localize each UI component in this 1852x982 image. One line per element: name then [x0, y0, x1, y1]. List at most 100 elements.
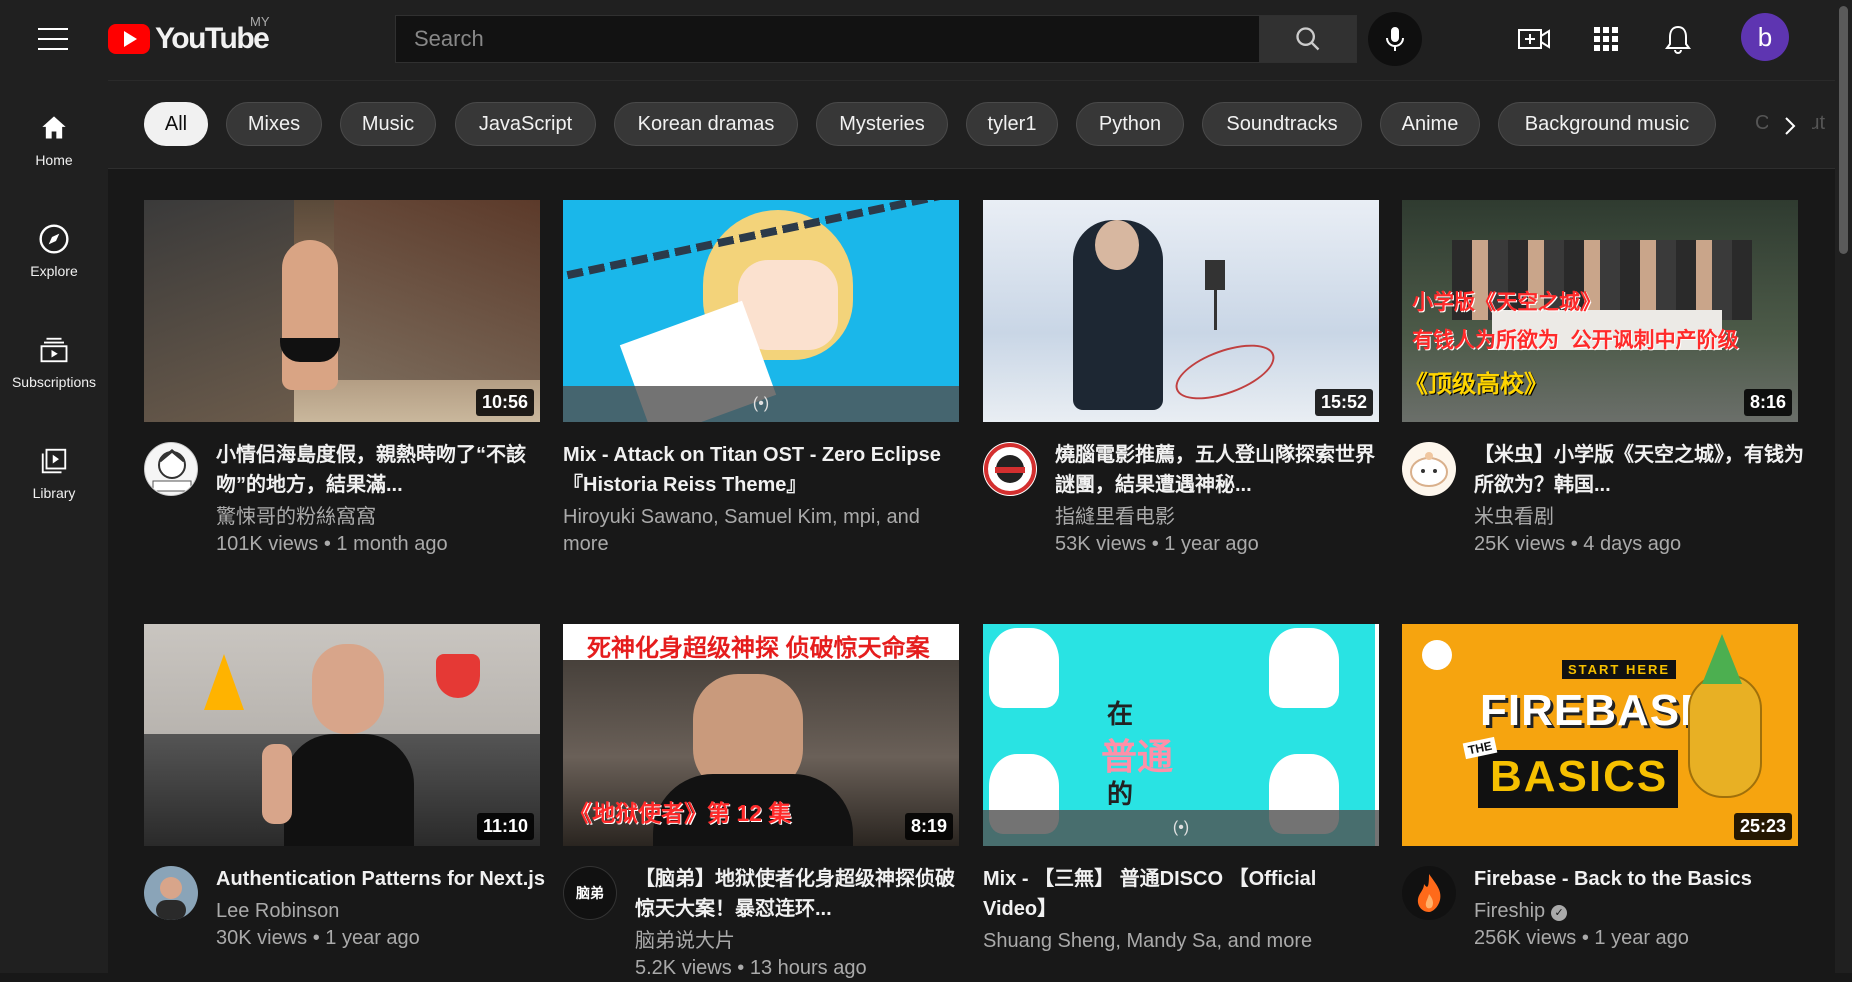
search-input[interactable] — [396, 16, 1259, 62]
video-thumbnail[interactable]: START HERE FIREBASE THE BASICS 25:23 — [1402, 624, 1798, 846]
chip-background-music[interactable]: Background music — [1498, 102, 1716, 146]
video-meta: 【米虫】小学版《天空之城》，有钱为所欲为？韩国... 米虫看剧 25K view… — [1474, 440, 1804, 558]
channel-avatar[interactable] — [144, 866, 198, 920]
sidebar-item-label: Explore — [30, 263, 78, 279]
video-meta: Mix - Attack on Titan OST - Zero Eclipse… — [563, 440, 959, 558]
search-box — [395, 15, 1357, 63]
channel-avatar[interactable] — [1402, 442, 1456, 496]
video-duration: 25:23 — [1733, 813, 1792, 840]
youtube-logo[interactable]: YouTube MY — [108, 14, 270, 56]
channel-name[interactable]: 米虫看剧 — [1474, 504, 1804, 531]
video-duration: 8:16 — [1743, 389, 1792, 416]
microphone-icon — [1386, 27, 1404, 51]
chip-anime[interactable]: Anime — [1380, 102, 1480, 146]
video-meta: 燒腦電影推薦，五人登山隊探索世界謎團，結果遭遇神秘... 指縫里看电影 53K … — [1055, 440, 1385, 558]
thumbnail-caption: 《地狱使者》第 12 集 — [569, 800, 792, 826]
menu-icon[interactable] — [38, 28, 68, 50]
sidebar-item-subscriptions[interactable]: Subscriptions — [0, 334, 108, 390]
account-avatar[interactable]: b — [1741, 13, 1789, 61]
video-thumbnail[interactable]: (•) — [563, 200, 959, 422]
subscriptions-icon — [40, 337, 68, 363]
chip-korean-dramas[interactable]: Korean dramas — [614, 102, 798, 146]
mix-icon: (•) — [752, 395, 770, 412]
bell-icon — [1665, 25, 1691, 54]
sidebar-item-label: Home — [35, 152, 73, 168]
channel-name[interactable]: Shuang Sheng, Mandy Sa, and more — [983, 928, 1379, 955]
sidebar-item-label: Library — [32, 485, 76, 501]
video-title[interactable]: 【脑弟】地狱使者化身超级神探侦破惊天大案！暴怼连环... — [635, 864, 965, 924]
video-thumbnail[interactable]: 11:10 — [144, 624, 540, 846]
video-title[interactable]: Firebase - Back to the Basics — [1474, 864, 1804, 894]
video-title[interactable]: 【米虫】小学版《天空之城》，有钱为所欲为？韩国... — [1474, 440, 1804, 500]
channel-name[interactable]: Lee Robinson — [216, 898, 546, 925]
create-video-button[interactable] — [1515, 20, 1553, 58]
video-stats: 101K views • 1 month ago — [216, 533, 448, 555]
channel-name[interactable]: Fireship ✓ — [1474, 898, 1804, 925]
thumbnail-caption: 小学版《天空之城》 — [1412, 291, 1601, 314]
channel-avatar[interactable] — [1402, 866, 1456, 920]
thumbnail-caption: 的 — [1107, 779, 1134, 809]
notifications-button[interactable] — [1659, 20, 1697, 58]
compass-icon — [39, 224, 69, 254]
video-title[interactable]: Mix - Attack on Titan OST - Zero Eclipse… — [563, 440, 959, 500]
chip-soundtracks[interactable]: Soundtracks — [1202, 102, 1362, 146]
video-stats: 5.2K views • 13 hours ago — [635, 957, 867, 979]
sidebar-item-home[interactable]: Home — [0, 112, 108, 168]
channel-name-text[interactable]: Fireship — [1474, 900, 1545, 922]
video-title[interactable]: 燒腦電影推薦，五人登山隊探索世界謎團，結果遭遇神秘... — [1055, 440, 1385, 500]
video-thumbnail[interactable]: 在 普通 的 (•) — [983, 624, 1379, 846]
sidebar-item-explore[interactable]: Explore — [0, 223, 108, 279]
video-stats: 25K views • 4 days ago — [1474, 533, 1682, 555]
thumbnail-caption: START HERE — [1562, 660, 1677, 679]
voice-search-button[interactable] — [1368, 12, 1422, 66]
chip-all[interactable]: All — [144, 102, 208, 146]
video-meta: Firebase - Back to the Basics Fireship ✓ … — [1474, 864, 1804, 952]
verified-icon: ✓ — [1551, 905, 1568, 921]
mix-indicator: (•) — [563, 386, 959, 422]
video-title[interactable]: 小情侣海島度假，親熱時吻了“不該吻”的地方，結果滿... — [216, 440, 546, 500]
chip-mysteries[interactable]: Mysteries — [816, 102, 948, 146]
apps-grid-icon — [1594, 27, 1618, 51]
video-thumbnail[interactable]: 小学版《天空之城》 有钱人为所欲为 公开讽刺中产阶级 《顶级高校》 8:16 — [1402, 200, 1798, 422]
search-button[interactable] — [1259, 16, 1356, 62]
apps-button[interactable] — [1587, 20, 1625, 58]
page-scrollbar[interactable] — [1835, 0, 1852, 973]
channel-name[interactable]: 驚悚哥的粉絲窩窩 — [216, 504, 546, 531]
thumbnail-caption: 普通 — [1101, 736, 1174, 777]
guide-sidebar: Home Explore Subscriptions Library — [0, 80, 108, 973]
video-meta: Authentication Patterns for Next.js Lee … — [216, 864, 546, 952]
channel-avatar-text: 脑弟 — [576, 885, 604, 901]
video-duration: 15:52 — [1314, 389, 1373, 416]
home-icon — [42, 116, 66, 139]
channel-name[interactable]: Hiroyuki Sawano, Samuel Kim, mpi, and mo… — [563, 504, 959, 558]
channel-avatar[interactable]: 脑弟 — [563, 866, 617, 920]
channel-avatar[interactable] — [983, 442, 1037, 496]
library-icon — [41, 448, 67, 474]
thumbnail-caption: 有钱人为所欲为 公开讽刺中产阶级 — [1412, 329, 1739, 352]
scrollbar-thumb[interactable] — [1839, 6, 1848, 254]
youtube-play-icon — [108, 24, 150, 54]
thumbnail-caption: 《顶级高校》 — [1404, 371, 1548, 398]
video-stats: 30K views • 1 year ago — [216, 927, 420, 949]
video-thumbnail[interactable]: 死神化身超级神探 侦破惊天命案 《地狱使者》第 12 集 8:19 — [563, 624, 959, 846]
video-meta: 【脑弟】地狱使者化身超级神探侦破惊天大案！暴怼连环... 脑弟说大片 5.2K … — [635, 864, 965, 982]
chip-python[interactable]: Python — [1076, 102, 1184, 146]
video-thumbnail[interactable]: 15:52 — [983, 200, 1379, 422]
video-title[interactable]: Authentication Patterns for Next.js — [216, 864, 546, 894]
video-thumbnail[interactable]: 10:56 — [144, 200, 540, 422]
video-title[interactable]: Mix - 【三無】 普通DISCO 【Official Video】 — [983, 864, 1379, 924]
chip-tyler1[interactable]: tyler1 — [966, 102, 1058, 146]
channel-avatar[interactable] — [144, 442, 198, 496]
chip-music[interactable]: Music — [340, 102, 436, 146]
chevron-right-icon — [1785, 117, 1796, 135]
channel-name[interactable]: 指縫里看电影 — [1055, 504, 1385, 531]
chip-mixes[interactable]: Mixes — [226, 102, 322, 146]
chip-scroll-next-button[interactable] — [1768, 104, 1812, 148]
sidebar-item-library[interactable]: Library — [0, 445, 108, 501]
video-meta: 小情侣海島度假，親熱時吻了“不該吻”的地方，結果滿... 驚悚哥的粉絲窩窩 10… — [216, 440, 546, 558]
thumbnail-caption: BASICS — [1490, 752, 1669, 801]
video-meta: Mix - 【三無】 普通DISCO 【Official Video】 Shua… — [983, 864, 1379, 955]
channel-name[interactable]: 脑弟说大片 — [635, 928, 965, 955]
chip-javascript[interactable]: JavaScript — [455, 102, 596, 146]
video-stats: 53K views • 1 year ago — [1055, 533, 1259, 555]
